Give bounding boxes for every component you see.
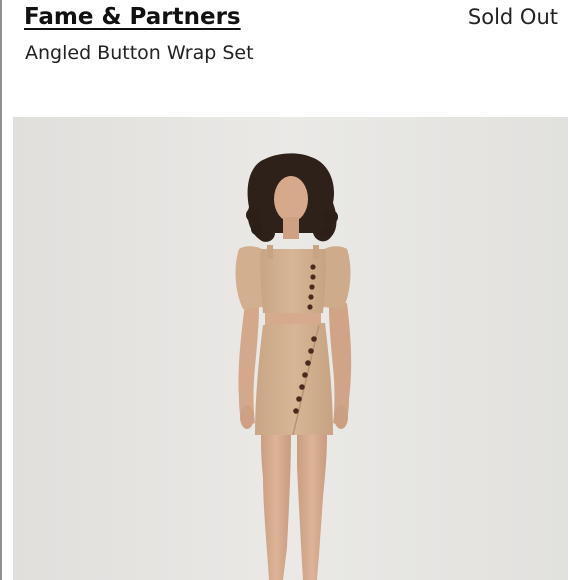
face [274, 176, 308, 222]
product-photo[interactable] [13, 117, 568, 580]
brand-link[interactable]: Fame & Partners [24, 4, 241, 30]
wrap-skirt [255, 323, 333, 435]
product-title: Angled Button Wrap Set [25, 42, 254, 64]
left-border [0, 0, 2, 580]
left-hand [240, 405, 254, 429]
listing-page: Fame & Partners Sold Out Angled Button W… [0, 0, 580, 580]
sold-out-status: Sold Out [467, 5, 558, 29]
right-hand [334, 405, 348, 429]
neck [283, 217, 299, 239]
